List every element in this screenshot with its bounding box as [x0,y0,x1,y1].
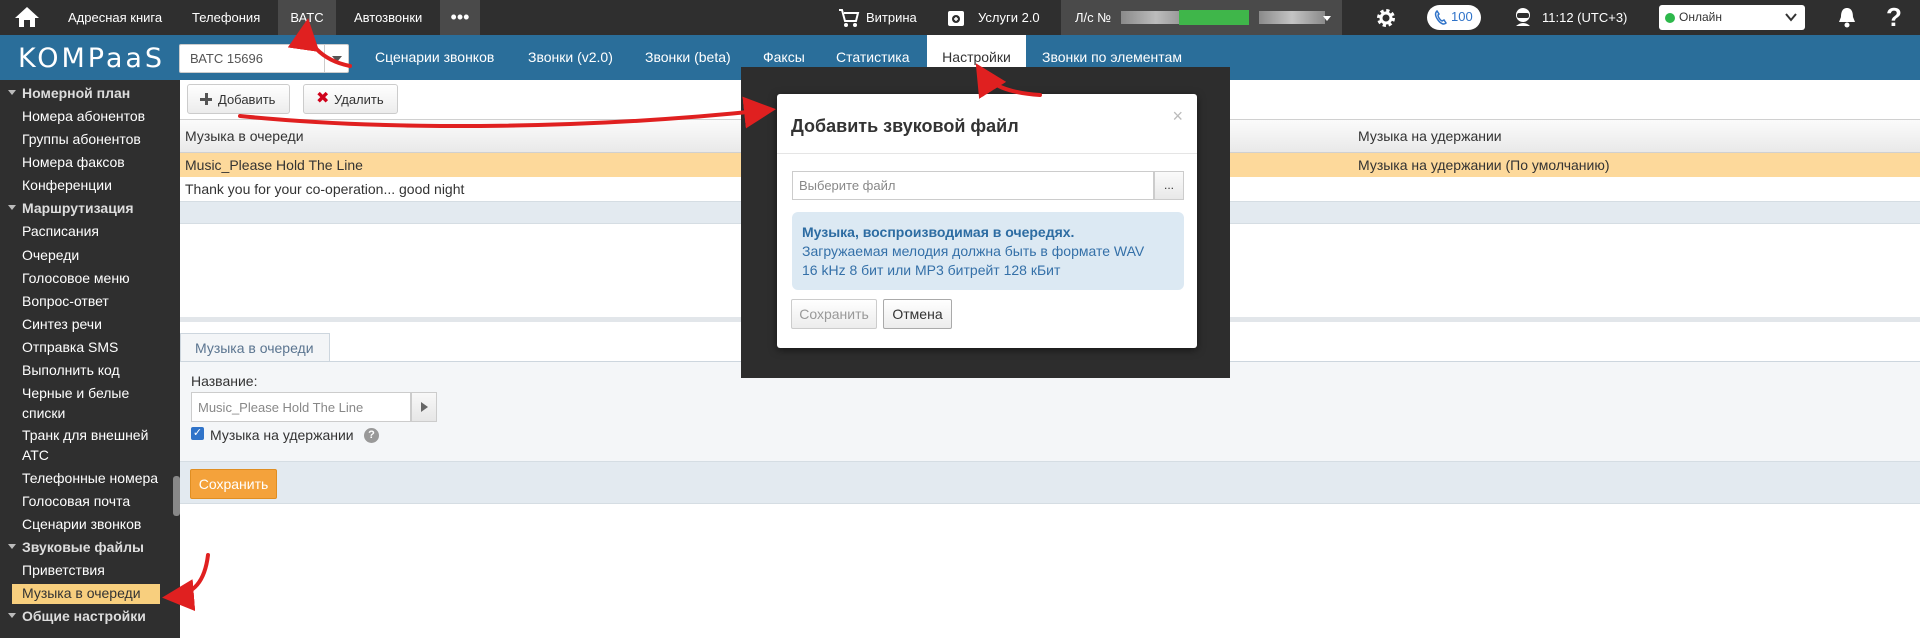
status-select[interactable]: Онлайн [1659,5,1805,30]
brand-logo: KOMPaaS [18,43,166,74]
plus-icon [200,93,212,105]
sidebar-item-send-sms[interactable]: Отправка SMS [0,338,180,358]
sidebar-item-question-answer[interactable]: Вопрос-ответ [0,292,180,312]
gear-icon[interactable] [1374,6,1398,30]
sidebar-item-queue-music[interactable]: Музыка в очереди [12,584,160,604]
status-value: Онлайн [1679,10,1722,24]
redacted-user [1259,11,1325,24]
topnav-address-book[interactable]: Адресная книга [58,0,172,35]
hold-music-checkbox[interactable]: ✓ [191,427,204,440]
sidebar-group-number-plan[interactable]: Номерной план [0,84,180,104]
table-cell-name: Music_Please Hold The Line [185,157,363,173]
dialog-cancel-button[interactable]: Отмена [883,299,952,329]
caret-down-icon [8,90,16,95]
table-cell-hold: Музыка на удержании (По умолчанию) [1358,157,1610,173]
more-icon[interactable]: ••• [440,0,480,35]
table-cell-name: Thank you for your co-operation... good … [185,181,465,197]
calls-counter[interactable]: 100 [1427,5,1481,30]
sidebar-item-execute-code[interactable]: Выполнить код [0,361,180,381]
help-icon[interactable]: ? [1886,2,1902,33]
sidebar-item-conferences[interactable]: Конференции [0,176,180,196]
divider [777,153,1197,154]
info-line-1: Загружаемая мелодия должна быть в формат… [802,243,1145,259]
tab-queue-music[interactable]: Музыка в очереди [180,333,330,362]
storefront-link[interactable]: Витрина [866,0,917,35]
chevron-down-icon [1323,16,1331,21]
topnav-autocalls[interactable]: Автозвонки [344,0,432,35]
delete-button[interactable]: ✖ Удалить [303,84,398,114]
account-selector[interactable]: Л/с № [1061,0,1342,35]
sidebar-group-routing[interactable]: Маршрутизация [0,199,180,219]
sidebar-item-schedules[interactable]: Расписания [0,222,180,242]
caret-down-icon [8,544,16,549]
status-dot [1665,13,1675,23]
redacted-balance [1179,10,1249,25]
sidebar-item-fax-numbers[interactable]: Номера факсов [0,153,180,173]
hold-music-label: Музыка на удержании [210,427,354,443]
operator-icon [1516,8,1530,26]
sidebar-item-speech-synthesis[interactable]: Синтез речи [0,315,180,335]
sidebar-item-voicemail[interactable]: Голосовая почта [0,492,180,512]
sidebar-group-sound-files[interactable]: Звуковые файлы [0,538,180,558]
tab-call-scenarios[interactable]: Сценарии звонков [375,35,494,80]
atc-select-value: ВАТС 15696 [190,51,263,66]
clock: 11:12 (UTC+3) [1542,10,1628,25]
chevron-down-icon [324,45,348,72]
topnav-vats[interactable]: ВАТС [278,0,336,35]
sidebar-item-phone-numbers[interactable]: Телефонные номера [0,469,180,489]
browse-button[interactable]: ... [1154,171,1184,200]
calls-count: 100 [1451,9,1473,24]
name-label: Название: [191,373,258,389]
sidebar-item-external-trunk[interactable]: Транк для внешней АТС [0,426,180,466]
info-box: Музыка, воспроизводимая в очередях. Загр… [792,212,1184,290]
sidebar-item-subscriber-groups[interactable]: Группы абонентов [0,130,180,150]
info-line-2: 16 kHz 8 бит или MP3 битрейт 128 кБит [802,262,1061,278]
cart-icon [839,9,860,27]
dialog-save-button[interactable]: Сохранить [791,299,877,329]
info-title: Музыка, воспроизводимая в очередях. [802,224,1075,240]
save-button[interactable]: Сохранить [190,469,277,499]
sidebar-item-subscriber-numbers[interactable]: Номера абонентов [0,107,180,127]
sidebar-item-call-scenarios[interactable]: Сценарии звонков [0,515,180,535]
tab-calls-v2[interactable]: Звонки (v2.0) [528,35,613,80]
add-sound-file-dialog: Добавить звуковой файл × Выберите файл .… [777,94,1197,348]
sidebar-item-black-white-lists[interactable]: Черные и белые списки [0,384,180,424]
play-icon[interactable] [411,392,437,422]
close-icon: ✖ [316,90,330,107]
caret-down-icon [8,205,16,210]
tab-calls-beta[interactable]: Звонки (beta) [645,35,731,80]
add-button[interactable]: Добавить [187,84,290,114]
sidebar-item-greetings[interactable]: Приветствия [0,561,180,581]
services-icon [948,11,964,26]
services-link[interactable]: Услуги 2.0 [978,0,1040,35]
sidebar-item-voice-menu[interactable]: Голосовое меню [0,269,180,289]
close-icon[interactable]: × [1172,106,1183,127]
help-icon[interactable]: ? [364,428,379,443]
home-icon[interactable] [14,6,40,28]
phone-icon [1434,10,1447,25]
sidebar-resize-handle[interactable] [173,476,180,516]
chevron-down-icon [1785,13,1797,22]
top-bar: Адресная книга Телефония ВАТС Автозвонки… [0,0,1920,35]
account-label: Л/с № [1075,10,1112,25]
bell-icon[interactable] [1836,6,1858,28]
sidebar-item-queues[interactable]: Очереди [0,246,180,266]
dialog-title: Добавить звуковой файл [791,116,1019,136]
topnav-telephony[interactable]: Телефония [182,0,270,35]
atc-select[interactable]: ВАТС 15696 [179,44,349,73]
sidebar: Номерной план Номера абонентов Группы аб… [0,80,180,638]
name-field[interactable]: Music_Please Hold The Line [191,392,411,422]
sidebar-group-general-settings[interactable]: Общие настройки [0,607,180,627]
detail-footer [180,461,1920,504]
caret-down-icon [8,613,16,618]
column-header-hold-music[interactable]: Музыка на удержании [1358,128,1502,144]
column-header-queue-music[interactable]: Музыка в очереди [185,128,304,144]
file-input[interactable]: Выберите файл [792,171,1154,200]
